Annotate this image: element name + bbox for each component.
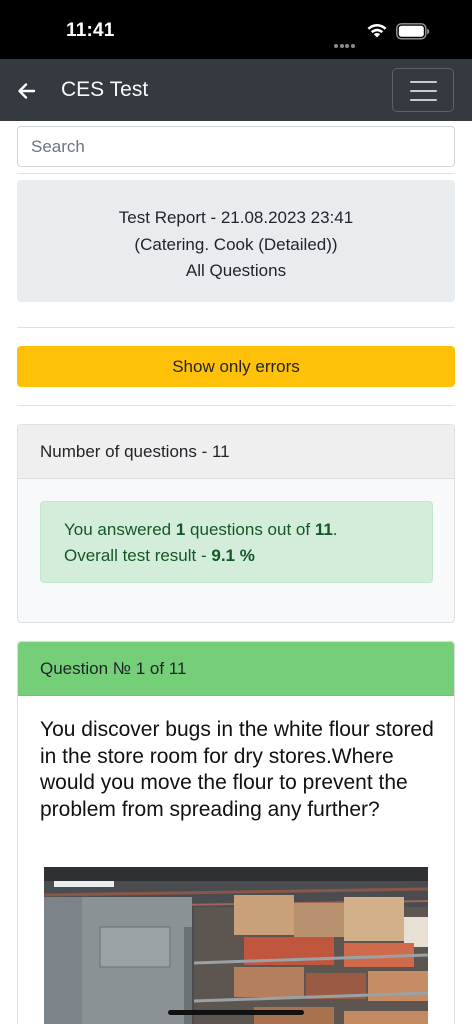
divider	[17, 405, 455, 406]
answered-count: 1	[175, 520, 186, 539]
answered-line: You answered 1 questions out of 11.	[64, 520, 338, 539]
menu-toggle-button[interactable]	[392, 68, 454, 112]
report-subtitle: (Catering. Cook (Detailed))	[134, 234, 338, 254]
battery-icon	[396, 23, 430, 40]
report-title: Test Report - 21.08.2023 23:41	[118, 208, 354, 227]
navbar: CES Test	[0, 59, 472, 121]
divider	[17, 327, 455, 328]
result-value: 9.1 %	[211, 546, 255, 565]
question-text: You discover bugs in the white flour sto…	[40, 718, 434, 821]
question-image	[44, 867, 428, 1024]
result-line: Overall test result - 9.1 %	[64, 546, 255, 565]
report-scope: All Questions	[185, 261, 287, 280]
status-time: 11:41	[66, 20, 115, 41]
search-input[interactable]	[17, 126, 455, 167]
page-title: CES Test	[61, 78, 149, 101]
question-card-header: Question № 1 of 11	[18, 642, 454, 696]
show-only-errors-button[interactable]: Show only errors	[17, 346, 455, 387]
wifi-icon	[367, 23, 387, 38]
summary-card: Number of questions - 11 You answered 1 …	[17, 424, 455, 623]
cellular-signal-icon	[334, 35, 356, 53]
hamburger-menu-icon	[410, 81, 437, 83]
report-info-box: Test Report - 21.08.2023 23:41 (Catering…	[17, 180, 455, 302]
divider	[17, 173, 455, 174]
home-indicator	[168, 1010, 304, 1015]
arrow-left-icon[interactable]	[14, 79, 38, 103]
question-card: Question № 1 of 11 You discover bugs in …	[17, 641, 455, 1024]
status-bar: 11:41	[0, 0, 472, 59]
total-count: 11	[314, 520, 333, 539]
result-alert: You answered 1 questions out of 11. Over…	[40, 501, 433, 583]
summary-card-header: Number of questions - 11	[18, 425, 454, 479]
